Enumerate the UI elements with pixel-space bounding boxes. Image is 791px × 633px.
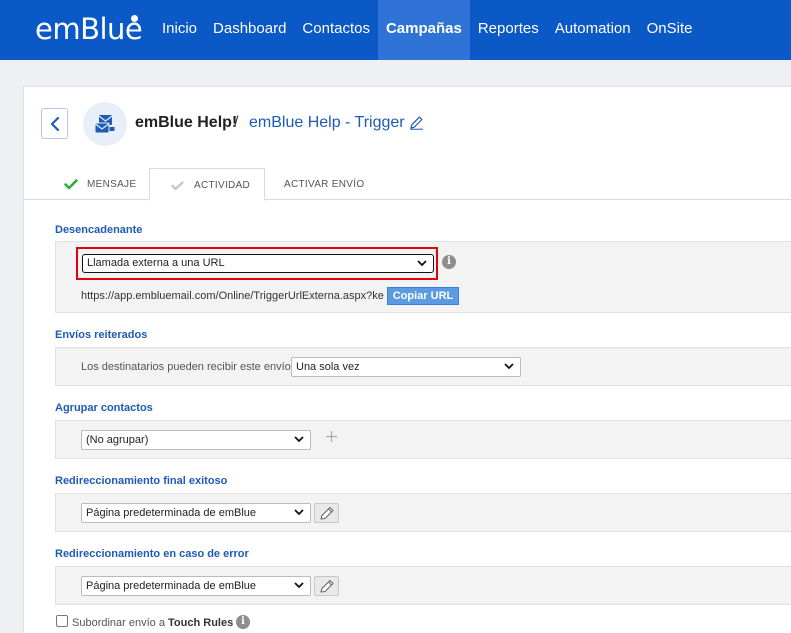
campaign-panel: emBlue Help! / emBlue Help - Trigger MEN… bbox=[23, 86, 791, 633]
info-icon[interactable]: i bbox=[442, 255, 456, 269]
repeat-select-value: Una sola vez bbox=[296, 361, 360, 373]
tab-actividad-label: ACTIVIDAD bbox=[194, 180, 251, 191]
tab-activar-envio-label: ACTIVAR ENVÍO bbox=[284, 179, 365, 190]
check-done-icon bbox=[64, 179, 78, 190]
chevron-down-icon bbox=[294, 436, 304, 443]
nav-reportes[interactable]: Reportes bbox=[470, 0, 547, 60]
redirect-success-title: Redireccionamiento final exitoso bbox=[55, 475, 228, 487]
add-group-plus-icon[interactable] bbox=[325, 430, 338, 443]
breadcrumb-root[interactable]: emBlue Help! bbox=[135, 114, 237, 132]
main-nav: Inicio Dashboard Contactos Campañas Repo… bbox=[154, 0, 700, 60]
chevron-left-icon bbox=[50, 117, 60, 131]
group-section-title: Agrupar contactos bbox=[55, 402, 153, 414]
tab-actividad[interactable]: ACTIVIDAD bbox=[149, 168, 265, 201]
nav-campanas[interactable]: Campañas bbox=[377, 0, 470, 60]
pencil-icon bbox=[320, 506, 334, 520]
redirect-error-select[interactable]: Página predeterminada de emBlue bbox=[81, 576, 311, 596]
nav-dashboard[interactable]: Dashboard bbox=[205, 0, 294, 60]
pencil-icon bbox=[320, 579, 334, 593]
trigger-select-value: Llamada externa a una URL bbox=[87, 257, 225, 269]
tab-mensaje[interactable]: MENSAJE bbox=[56, 168, 156, 200]
redirect-success-value: Página predeterminada de emBlue bbox=[86, 507, 257, 519]
edit-name-pencil-icon[interactable] bbox=[409, 115, 424, 130]
chevron-down-icon bbox=[504, 363, 514, 370]
edit-redirect-error-button[interactable] bbox=[314, 576, 339, 596]
trigger-url: https://app.embluemail.com/Online/Trigge… bbox=[81, 290, 384, 302]
nav-onsite[interactable]: OnSite bbox=[639, 0, 701, 60]
redirect-error-title: Redireccionamiento en caso de error bbox=[55, 548, 249, 560]
touch-rules-label-prefix: Subordinar envío a bbox=[72, 617, 169, 629]
redirect-error-value: Página predeterminada de emBlue bbox=[86, 580, 257, 592]
touch-rules-label: Subordinar envío a Touch Rules bbox=[72, 617, 233, 629]
group-select-value: (No agrupar) bbox=[86, 434, 149, 446]
chevron-down-icon bbox=[294, 509, 304, 516]
campaign-name: emBlue Help - Trigger bbox=[249, 114, 405, 131]
repeat-select[interactable]: Una sola vez bbox=[291, 357, 521, 377]
group-section: (No agrupar) bbox=[55, 420, 791, 459]
logo-dot bbox=[131, 15, 138, 22]
trigger-section: Llamada externa a una URL i https://app.… bbox=[55, 241, 791, 313]
repeat-section: Los destinatarios pueden recibir este en… bbox=[55, 347, 791, 386]
touch-rules-info-icon[interactable]: i bbox=[236, 615, 250, 629]
back-button[interactable] bbox=[41, 108, 68, 139]
redirect-error-section: Página predeterminada de emBlue bbox=[55, 566, 791, 605]
chevron-down-icon bbox=[294, 582, 304, 589]
emblue-logo[interactable]: emBlue bbox=[35, 12, 143, 46]
trigger-envelope-icon bbox=[94, 115, 115, 134]
top-navbar: emBlue Inicio Dashboard Contactos Campañ… bbox=[0, 0, 791, 60]
chevron-down-icon bbox=[417, 260, 427, 267]
nav-inicio[interactable]: Inicio bbox=[154, 0, 205, 60]
nav-contactos[interactable]: Contactos bbox=[294, 0, 378, 60]
campaign-type-icon bbox=[83, 102, 127, 146]
tab-mensaje-label: MENSAJE bbox=[87, 179, 137, 190]
repeat-section-title: Envíos reiterados bbox=[55, 329, 148, 341]
check-pending-icon bbox=[171, 181, 184, 191]
nav-automation[interactable]: Automation bbox=[547, 0, 639, 60]
group-select[interactable]: (No agrupar) bbox=[81, 430, 311, 450]
touch-rules-checkbox[interactable] bbox=[56, 615, 68, 627]
trigger-section-title: Desencadenante bbox=[55, 224, 143, 236]
redirect-success-section: Página predeterminada de emBlue bbox=[55, 493, 791, 532]
copy-url-button[interactable]: Copiar URL bbox=[387, 287, 459, 305]
trigger-select[interactable]: Llamada externa a una URL bbox=[82, 254, 434, 273]
redirect-success-select[interactable]: Página predeterminada de emBlue bbox=[81, 503, 311, 523]
edit-redirect-success-button[interactable] bbox=[314, 503, 339, 523]
tab-activar-envio[interactable]: ACTIVAR ENVÍO bbox=[279, 168, 369, 200]
touch-rules-label-bold: Touch Rules bbox=[168, 617, 234, 629]
repeat-label: Los destinatarios pueden recibir este en… bbox=[81, 361, 291, 373]
breadcrumb-separator: / bbox=[234, 114, 239, 131]
